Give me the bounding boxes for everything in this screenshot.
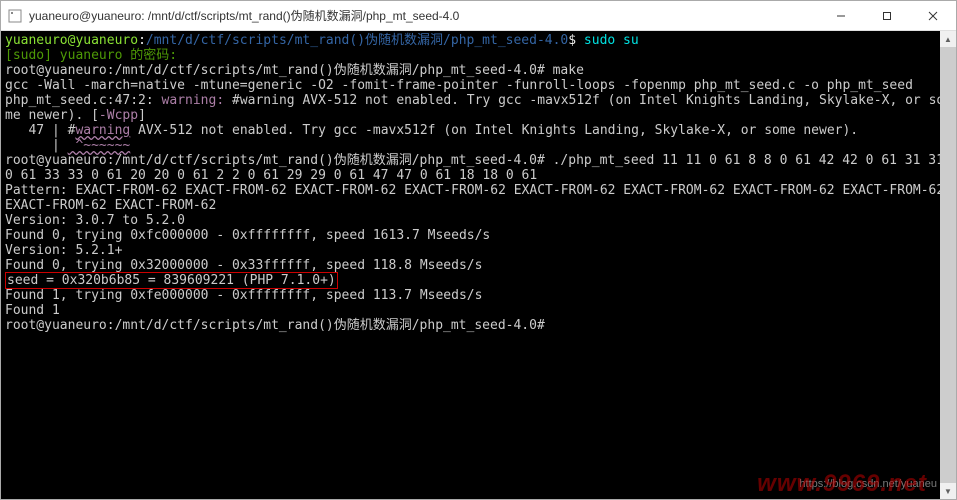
found-1: Found 1, trying 0xfe000000 - 0xffffffff,… bbox=[5, 288, 482, 303]
titlebar[interactable]: yuaneuro@yuaneuro: /mnt/d/ctf/scripts/mt… bbox=[1, 1, 956, 31]
close-button[interactable] bbox=[910, 1, 956, 30]
vertical-scrollbar[interactable]: ▲ ▼ bbox=[940, 31, 956, 499]
root-prompt-3: root@yuaneuro:/mnt/d/ctf/scripts/mt_rand… bbox=[5, 318, 553, 333]
root-prompt-1: root@yuaneuro:/mnt/d/ctf/scripts/mt_rand… bbox=[5, 63, 553, 78]
caret-marker: ^~~~~~~ bbox=[68, 138, 131, 153]
version-521: Version: 5.2.1+ bbox=[5, 243, 122, 258]
gcc-output: gcc -Wall -march=native -mtune=generic -… bbox=[5, 78, 913, 93]
command-sudo: sudo su bbox=[584, 33, 639, 48]
command-make: make bbox=[553, 63, 584, 78]
scroll-up-button[interactable]: ▲ bbox=[940, 31, 956, 47]
caret-line: | bbox=[5, 138, 68, 153]
version-307: Version: 3.0.7 to 5.2.0 bbox=[5, 213, 185, 228]
watermark-9969: www.9969.net bbox=[757, 470, 927, 498]
warn2-prefix: 47 | # bbox=[5, 123, 75, 138]
window-title: yuaneuro@yuaneuro: /mnt/d/ctf/scripts/mt… bbox=[29, 7, 818, 24]
warn1-label: warning: bbox=[154, 93, 232, 108]
prompt-user: yuaneuro@yuaneuro bbox=[5, 33, 138, 48]
scroll-down-button[interactable]: ▼ bbox=[940, 483, 956, 499]
window-controls bbox=[818, 1, 956, 30]
warn1-flag: -Wcpp bbox=[99, 108, 138, 123]
prompt-colon: : bbox=[138, 33, 146, 48]
pattern-line: Pattern: EXACT-FROM-62 EXACT-FROM-62 EXA… bbox=[5, 183, 952, 213]
found-0b: Found 0, trying 0x32000000 - 0x33ffffff,… bbox=[5, 258, 482, 273]
app-icon bbox=[7, 8, 23, 24]
terminal-window: yuaneuro@yuaneuro: /mnt/d/ctf/scripts/mt… bbox=[0, 0, 957, 500]
warn2-msg: AVX-512 not enabled. Try gcc -mavx512f (… bbox=[130, 123, 858, 138]
prompt-dollar: $ bbox=[568, 33, 584, 48]
found-1b: Found 1 bbox=[5, 303, 60, 318]
root-prompt-2: root@yuaneuro:/mnt/d/ctf/scripts/mt_rand… bbox=[5, 153, 553, 168]
prompt-path: /mnt/d/ctf/scripts/mt_rand()伪随机数漏洞/php_m… bbox=[146, 33, 568, 48]
seed-result: seed = 0x320b6b85 = 839609221 (PHP 7.1.0… bbox=[5, 272, 338, 289]
terminal-content[interactable]: yuaneuro@yuaneuro:/mnt/d/ctf/scripts/mt_… bbox=[1, 31, 956, 499]
found-0a: Found 0, trying 0xfc000000 - 0xffffffff,… bbox=[5, 228, 490, 243]
warn1-close: ] bbox=[138, 108, 146, 123]
warn1-file: php_mt_seed.c:47:2: bbox=[5, 93, 154, 108]
maximize-button[interactable] bbox=[864, 1, 910, 30]
minimize-button[interactable] bbox=[818, 1, 864, 30]
scroll-thumb[interactable] bbox=[940, 47, 956, 483]
sudo-prompt: [sudo] yuaneuro 的密码: bbox=[5, 48, 177, 63]
scroll-track[interactable] bbox=[940, 47, 956, 483]
warn2-label: warning bbox=[75, 123, 130, 138]
